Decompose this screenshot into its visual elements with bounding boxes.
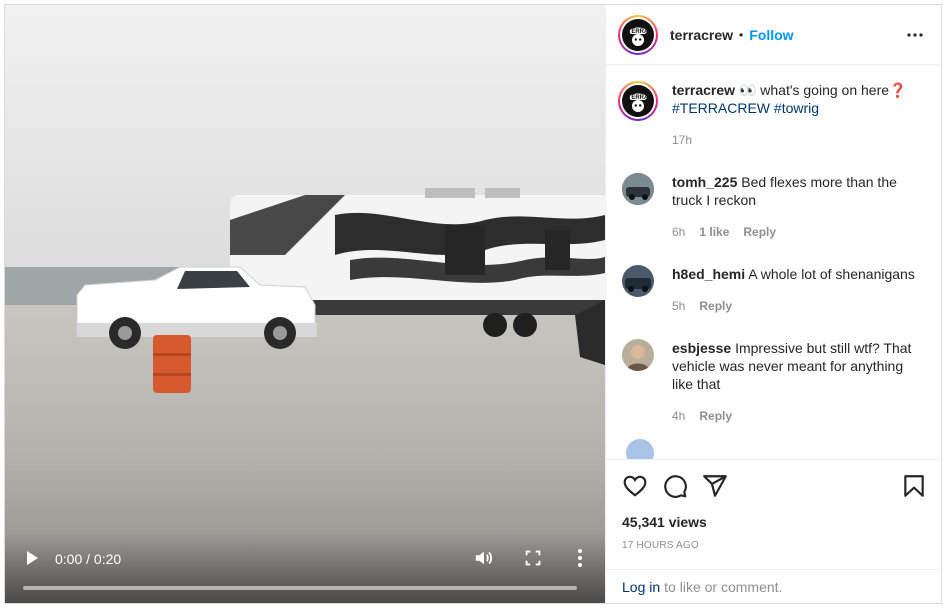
comment-likes[interactable]: 1 like (699, 223, 729, 241)
post-timestamp[interactable]: 17 HOURS AGO (606, 530, 941, 551)
comment-age: 4h (672, 409, 686, 423)
video-player[interactable]: 0:00 / 0:20 (5, 5, 605, 603)
header-username[interactable]: terracrew (670, 27, 733, 43)
comment-item: esbjesse Impressive but still wtf? That … (618, 339, 927, 425)
action-bar (606, 460, 941, 512)
reply-button[interactable]: Reply (743, 223, 776, 241)
login-prompt: Log in to like or comment. (606, 569, 941, 603)
comment-age: 5h (672, 299, 686, 313)
comment-age: 6h (672, 225, 686, 239)
heart-icon[interactable] (622, 473, 648, 499)
video-time: 0:00 / 0:20 (55, 551, 122, 567)
header-separator: • (739, 27, 744, 42)
post-actions-area: 45,341 views 17 HOURS AGO Log in to like… (606, 459, 941, 603)
post-header: TERRA terracrew • Follow (606, 5, 941, 65)
hashtag-link[interactable]: #towrig (774, 100, 819, 116)
terracrew-logo: TERRA (622, 85, 654, 117)
comment-username[interactable]: h8ed_hemi (672, 266, 745, 282)
post-side-panel: TERRA terracrew • Follow TERRA terracrew… (605, 5, 941, 603)
video-frame[interactable] (5, 5, 605, 603)
share-icon[interactable] (702, 473, 728, 499)
volume-icon[interactable] (473, 547, 495, 569)
caption-avatar[interactable]: TERRA (618, 81, 658, 121)
hashtag-link[interactable]: #TERRACREW (672, 100, 770, 116)
more-horizontal-icon[interactable] (903, 23, 927, 47)
barrel-graphic (153, 335, 191, 393)
fullscreen-icon[interactable] (522, 547, 544, 569)
follow-button[interactable]: Follow (749, 27, 793, 43)
comments-list[interactable]: TERRA terracrew 👀 what's going on here❓ (606, 65, 941, 459)
caption-text: 👀 what's going on here❓ (738, 82, 907, 98)
login-prompt-text: to like or comment. (664, 578, 783, 595)
commenter-avatar-partial (626, 439, 654, 459)
comment-item: h8ed_hemi A whole lot of shenanigans 5h … (618, 265, 927, 315)
views-count[interactable]: 45,341 views (606, 512, 941, 530)
terracrew-logo: TERRA (622, 18, 654, 51)
comment-icon[interactable] (662, 473, 688, 499)
video-controls: 0:00 / 0:20 (5, 533, 605, 603)
reply-button[interactable]: Reply (699, 297, 732, 315)
caption-age: 17h (672, 133, 693, 147)
more-vertical-icon[interactable] (570, 547, 590, 569)
commenter-avatar[interactable] (622, 339, 654, 371)
avatar[interactable]: TERRA (618, 14, 658, 55)
comment-item: tomh_225 Bed flexes more than the truck … (618, 173, 927, 241)
reply-button[interactable]: Reply (699, 407, 732, 425)
post-caption: TERRA terracrew 👀 what's going on here❓ (618, 81, 927, 149)
comment-text: A whole lot of shenanigans (748, 266, 915, 282)
play-icon[interactable] (23, 549, 41, 567)
caption-username[interactable]: terracrew (672, 82, 735, 98)
comment-username[interactable]: tomh_225 (672, 174, 737, 190)
post-container: 0:00 / 0:20 TERRA terracrew • Follow TER… (4, 4, 942, 604)
commenter-avatar[interactable] (622, 173, 654, 205)
video-progress-bar[interactable] (23, 586, 577, 590)
bookmark-icon[interactable] (901, 473, 927, 499)
comment-username[interactable]: esbjesse (672, 340, 731, 356)
commenter-avatar[interactable] (622, 265, 654, 297)
login-link[interactable]: Log in (622, 579, 660, 595)
